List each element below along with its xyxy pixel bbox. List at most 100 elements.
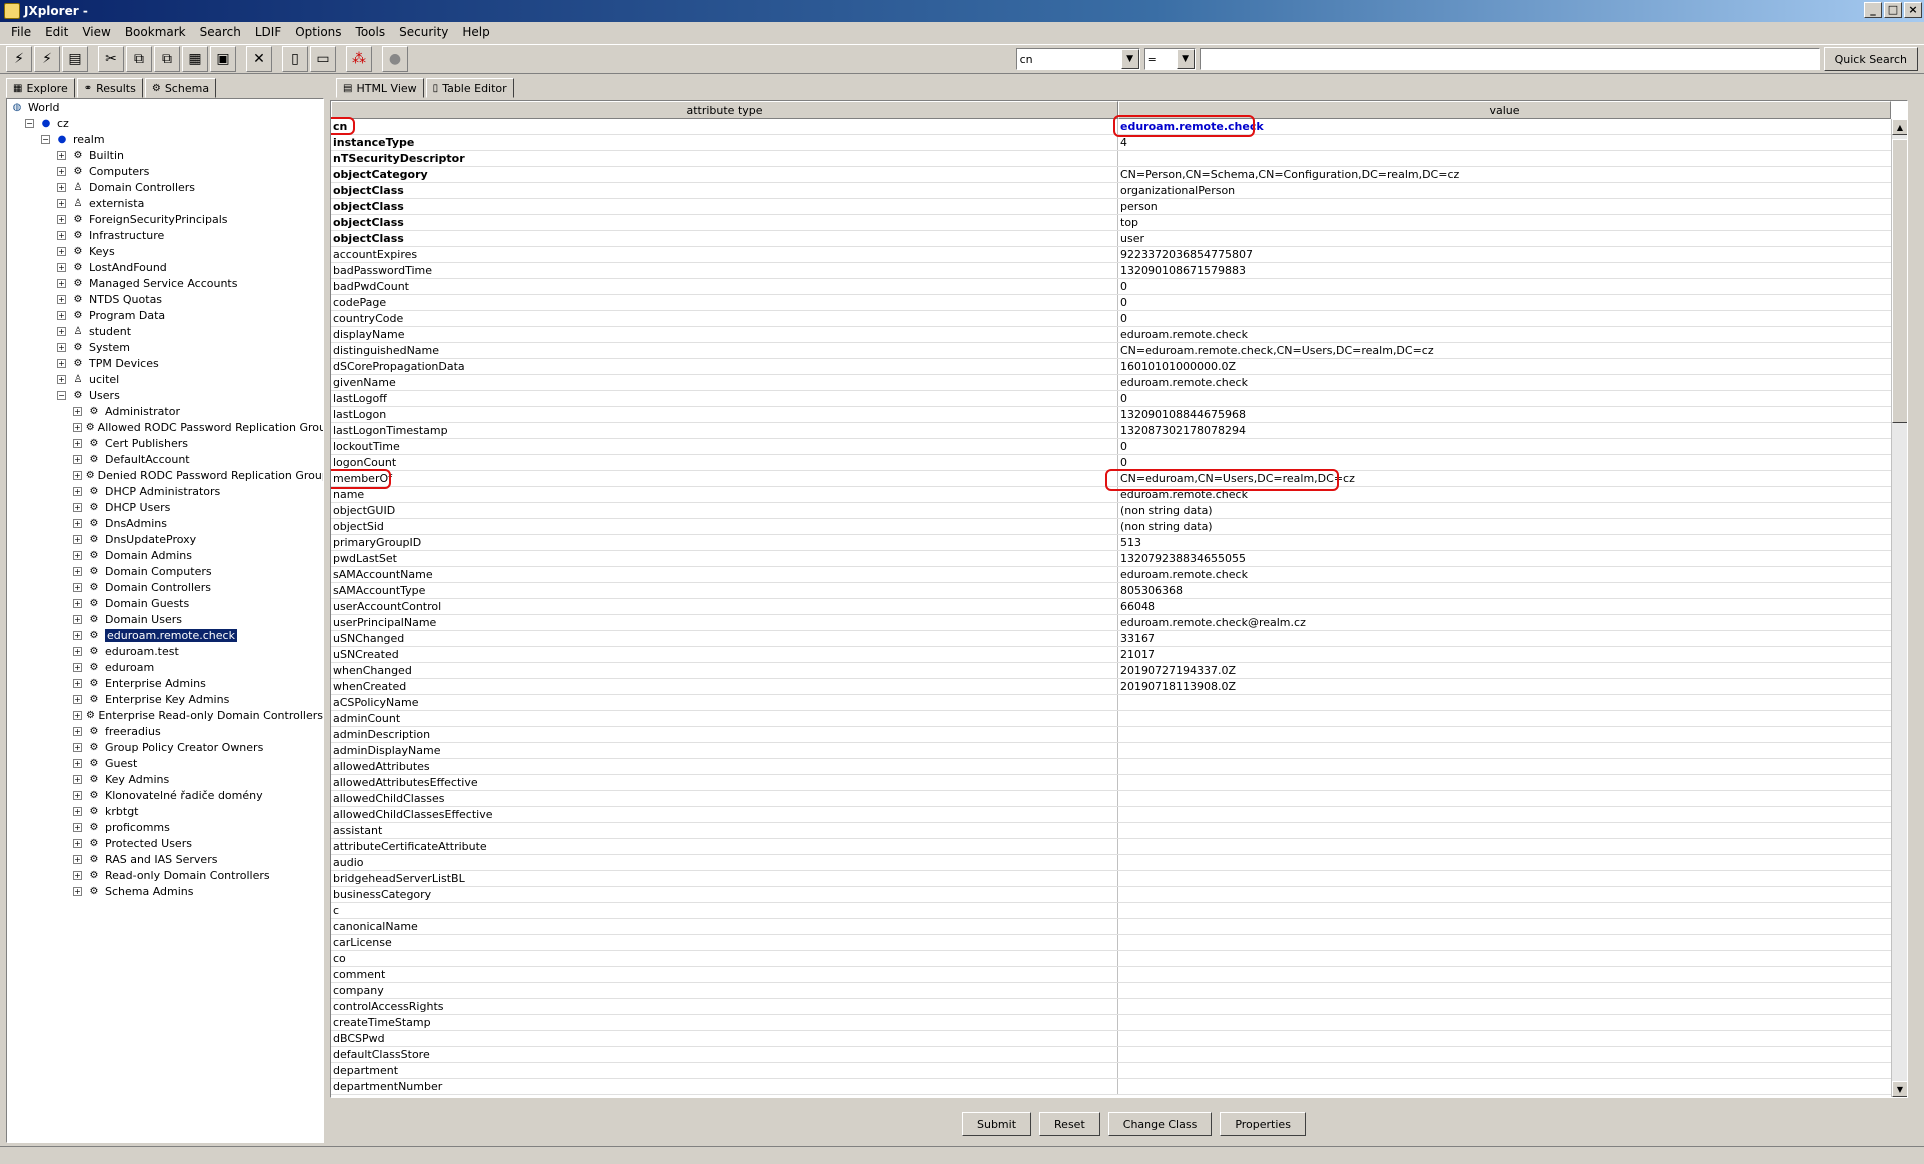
expand-icon[interactable]: + [57, 166, 66, 176]
value-cell[interactable] [1118, 855, 1891, 870]
tree-item[interactable]: + ⚙ eduroam.test [7, 643, 323, 659]
table-row[interactable]: assistant [331, 823, 1891, 839]
table-row[interactable]: badPasswordTime 132090108671579883 [331, 263, 1891, 279]
value-cell[interactable] [1118, 1015, 1891, 1030]
table-row[interactable]: lastLogoff 0 [331, 391, 1891, 407]
expand-icon[interactable]: + [73, 870, 82, 880]
expand-icon[interactable]: + [73, 726, 82, 736]
tree-item[interactable]: + ⚙ ForeignSecurityPrincipals [7, 211, 323, 227]
menu-help[interactable]: Help [455, 25, 496, 39]
table-row[interactable]: defaultClassStore [331, 1047, 1891, 1063]
scroll-down-icon[interactable]: ▼ [1892, 1081, 1907, 1097]
expand-icon[interactable]: + [73, 710, 82, 720]
tree-item[interactable]: + ⚙ Group Policy Creator Owners [7, 739, 323, 755]
table-row[interactable]: whenCreated 20190718113908.0Z [331, 679, 1891, 695]
value-cell[interactable]: organizationalPerson [1118, 183, 1891, 198]
value-cell[interactable]: eduroam.remote.check [1118, 119, 1891, 134]
table-row[interactable]: adminDisplayName [331, 743, 1891, 759]
tree-item[interactable]: + ⚙ Keys [7, 243, 323, 259]
value-cell[interactable]: 132090108844675968 [1118, 407, 1891, 422]
table-row[interactable]: uSNChanged 33167 [331, 631, 1891, 647]
value-cell[interactable] [1118, 903, 1891, 918]
value-cell[interactable]: 0 [1118, 311, 1891, 326]
expand-icon[interactable]: + [73, 774, 82, 784]
value-cell[interactable]: (non string data) [1118, 519, 1891, 534]
tree-item[interactable]: + ⚙ Infrastructure [7, 227, 323, 243]
minimize-button[interactable]: _ [1864, 2, 1882, 18]
tree-item[interactable]: + ⚙ Domain Users [7, 611, 323, 627]
expand-icon[interactable]: + [57, 230, 66, 240]
expand-icon[interactable]: + [73, 854, 82, 864]
expand-icon[interactable]: + [57, 182, 66, 192]
tree-item[interactable]: + ⚙ Domain Admins [7, 547, 323, 563]
expand-icon[interactable]: + [73, 422, 82, 432]
cut-icon[interactable]: ✂ [98, 46, 124, 72]
value-cell[interactable] [1118, 999, 1891, 1014]
menu-edit[interactable]: Edit [38, 25, 75, 39]
table-row[interactable]: objectClass person [331, 199, 1891, 215]
value-cell[interactable] [1118, 919, 1891, 934]
search-operator-combo[interactable]: = ▼ [1143, 48, 1196, 70]
copy-icon[interactable]: ⧉ [126, 46, 152, 72]
table-row[interactable]: cn eduroam.remote.check [331, 119, 1891, 135]
value-cell[interactable]: top [1118, 215, 1891, 230]
value-cell[interactable]: 0 [1118, 279, 1891, 294]
table-row[interactable]: createTimeStamp [331, 1015, 1891, 1031]
tab-table-editor[interactable]: ▯ Table Editor [425, 78, 514, 98]
expand-icon[interactable]: + [57, 246, 66, 256]
tree-item[interactable]: + ⚙ proficomms [7, 819, 323, 835]
stop-icon[interactable]: ● [382, 46, 408, 72]
table-row[interactable]: nTSecurityDescriptor [331, 151, 1891, 167]
expand-icon[interactable]: + [57, 374, 66, 384]
value-cell[interactable]: user [1118, 231, 1891, 246]
tab-explore[interactable]: ▦ Explore [6, 78, 75, 98]
menu-search[interactable]: Search [193, 25, 248, 39]
expand-icon[interactable]: + [73, 790, 82, 800]
value-cell[interactable]: 33167 [1118, 631, 1891, 646]
menu-file[interactable]: File [4, 25, 38, 39]
table-row[interactable]: department [331, 1063, 1891, 1079]
change-class-button[interactable]: Change Class [1107, 1112, 1213, 1136]
value-cell[interactable]: 0 [1118, 455, 1891, 470]
value-cell[interactable]: CN=eduroam,CN=Users,DC=realm,DC=cz [1118, 471, 1891, 486]
tree-item[interactable]: + ⚙ eduroam [7, 659, 323, 675]
value-cell[interactable] [1118, 1047, 1891, 1062]
menu-options[interactable]: Options [288, 25, 348, 39]
value-cell[interactable]: 20190718113908.0Z [1118, 679, 1891, 694]
table-row[interactable]: objectClass organizationalPerson [331, 183, 1891, 199]
tree-item[interactable]: + ⚙ Program Data [7, 307, 323, 323]
value-cell[interactable]: eduroam.remote.check [1118, 567, 1891, 582]
tree-item[interactable]: + ⚙ Enterprise Key Admins [7, 691, 323, 707]
expand-icon[interactable]: + [57, 198, 66, 208]
column-header-value[interactable]: value [1118, 101, 1891, 119]
tree-item[interactable]: + ⚙ NTDS Quotas [7, 291, 323, 307]
expand-icon[interactable]: + [73, 614, 82, 624]
vertical-scrollbar[interactable]: ▲ ▼ [1891, 119, 1907, 1097]
value-cell[interactable] [1118, 711, 1891, 726]
connect-icon[interactable]: ⚡ [6, 46, 32, 72]
expand-icon[interactable]: + [57, 342, 66, 352]
menu-tools[interactable]: Tools [349, 25, 393, 39]
table-row[interactable]: sAMAccountName eduroam.remote.check [331, 567, 1891, 583]
collapse-icon[interactable]: − [57, 390, 66, 400]
table-row[interactable]: instanceType 4 [331, 135, 1891, 151]
value-cell[interactable]: 0 [1118, 295, 1891, 310]
table-row[interactable]: c [331, 903, 1891, 919]
value-cell[interactable]: 20190727194337.0Z [1118, 663, 1891, 678]
column-header-attribute[interactable]: attribute type [331, 101, 1118, 119]
paste-alias-icon[interactable]: ▣ [210, 46, 236, 72]
tree-item[interactable]: + ⚙ Enterprise Read-only Domain Controller… [7, 707, 323, 723]
table-row[interactable]: userAccountControl 66048 [331, 599, 1891, 615]
tree-item[interactable]: + ⚙ Domain Computers [7, 563, 323, 579]
table-row[interactable]: carLicense [331, 935, 1891, 951]
tree-item[interactable]: + ⚙ Allowed RODC Password Replication Grou… [7, 419, 323, 435]
expand-icon[interactable]: + [73, 646, 82, 656]
tree-item[interactable]: + ⚙ Denied RODC Password Replication Group [7, 467, 323, 483]
expand-icon[interactable]: + [73, 662, 82, 672]
tree-item[interactable]: + ⚙ System [7, 339, 323, 355]
value-cell[interactable] [1118, 823, 1891, 838]
tree-item[interactable]: − ⚙ Users [7, 387, 323, 403]
expand-icon[interactable]: + [57, 150, 66, 160]
expand-icon[interactable]: + [73, 806, 82, 816]
tree-item[interactable]: + ⚙ LostAndFound [7, 259, 323, 275]
